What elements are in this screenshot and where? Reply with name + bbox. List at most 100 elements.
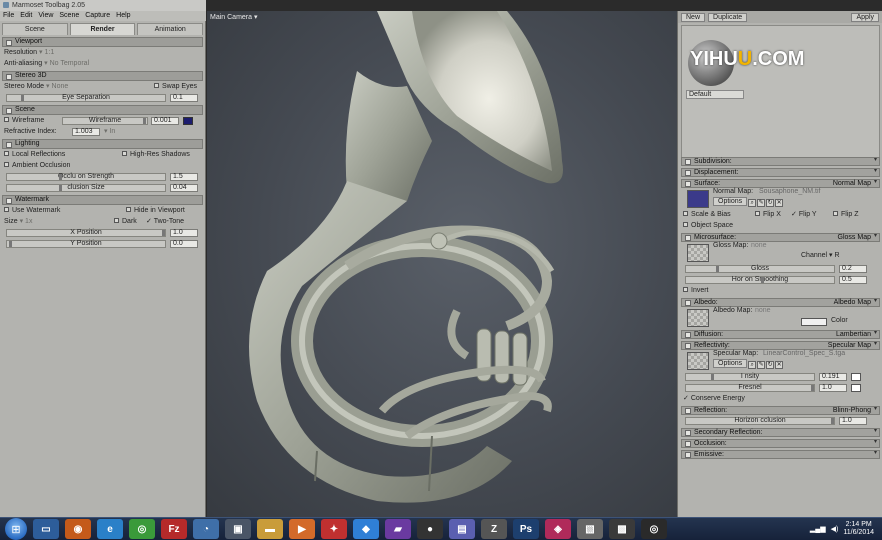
folder-icon[interactable]: ▬ xyxy=(257,519,283,539)
section-albedo[interactable]: Albedo: Albedo Map xyxy=(681,298,880,307)
antialias-dropdown[interactable]: ▾ No Temporal xyxy=(44,60,89,67)
gloss-slider[interactable]: Gloss xyxy=(685,265,835,273)
conserve-energy-checkbox[interactable]: ✓ Conserve Energy xyxy=(683,395,745,402)
photoshop-icon[interactable]: Ps xyxy=(513,519,539,539)
chrome-icon[interactable]: ◎ xyxy=(129,519,155,539)
resolution-dropdown[interactable]: ▾ 1:1 xyxy=(39,49,54,56)
app-icon[interactable]: ◔ xyxy=(193,519,219,539)
wireframe-value[interactable]: 0.001 xyxy=(151,117,179,125)
app-icon[interactable]: ▤ xyxy=(449,519,475,539)
flip-z-checkbox[interactable]: Flip Z xyxy=(833,210,859,220)
edit-icon[interactable]: ✎ xyxy=(757,199,766,207)
horizon-occlusion-value[interactable]: 1.0 xyxy=(839,417,867,425)
normal-map-options-button[interactable]: Options xyxy=(713,197,748,206)
menu-view[interactable]: View xyxy=(35,11,56,21)
flip-x-checkbox[interactable]: Flip X xyxy=(755,210,781,220)
apply-material-button[interactable]: Apply xyxy=(851,12,879,22)
eye-separation-value[interactable]: 0.1 xyxy=(170,94,198,102)
ambient-occlusion-checkbox[interactable]: Ambient Occlusion xyxy=(4,162,70,169)
media-icon[interactable]: ▣ xyxy=(225,519,251,539)
use-watermark-checkbox[interactable]: Use Watermark xyxy=(4,207,60,214)
edit-icon[interactable]: ✎ xyxy=(757,361,766,369)
material-name-field[interactable]: Default xyxy=(686,90,744,99)
albedo-map-thumbnail[interactable] xyxy=(687,309,709,327)
fresnel-color-swatch[interactable] xyxy=(851,384,861,392)
menu-capture[interactable]: Capture xyxy=(82,11,113,21)
specular-color-swatch[interactable] xyxy=(851,373,861,381)
section-emissive[interactable]: Emissive: xyxy=(681,450,880,459)
app-icon[interactable]: ◈ xyxy=(545,519,571,539)
target-icon[interactable]: ◎ xyxy=(641,519,667,539)
material-library[interactable]: YIHUU.COM Default xyxy=(681,25,880,160)
section-microsurface[interactable]: Microsurface: Gloss Map xyxy=(681,233,880,242)
close-icon[interactable]: ✕ xyxy=(775,199,784,207)
invert-checkbox[interactable]: Invert xyxy=(683,287,709,294)
y-position-slider[interactable]: Y Position xyxy=(6,240,166,248)
tab-animation[interactable]: Animation xyxy=(137,23,204,35)
specular-options-button[interactable]: Options xyxy=(713,359,748,368)
network-icon[interactable]: ▂▄▆ xyxy=(810,525,826,533)
section-occlusion[interactable]: Occlusion: xyxy=(681,439,880,448)
wireframe-color-swatch[interactable] xyxy=(183,117,193,125)
specular-map-thumbnail[interactable] xyxy=(687,352,709,370)
media-player-icon[interactable]: ▶ xyxy=(289,519,315,539)
wireframe-checkbox[interactable]: Wireframe xyxy=(4,117,44,124)
local-reflections-checkbox[interactable]: Local Reflections xyxy=(4,151,65,158)
internet-explorer-icon[interactable]: e xyxy=(97,519,123,539)
gloss-map-thumbnail[interactable] xyxy=(687,244,709,262)
dark-checkbox[interactable]: Dark xyxy=(114,217,137,227)
section-viewport[interactable]: Viewport xyxy=(2,37,203,47)
new-material-button[interactable]: New xyxy=(681,12,706,22)
x-position-value[interactable]: 1.0 xyxy=(170,229,198,237)
y-position-value[interactable]: 0.0 xyxy=(170,240,198,248)
firefox-icon[interactable]: ◉ xyxy=(65,519,91,539)
dropbox-icon[interactable]: ◆ xyxy=(353,519,379,539)
tool-icon[interactable]: ✦ xyxy=(321,519,347,539)
tab-render[interactable]: Render xyxy=(69,23,136,35)
two-tone-checkbox[interactable]: ✓ Two-Tone xyxy=(146,217,184,227)
refractive-unit[interactable]: ▾ In xyxy=(104,127,115,137)
occlusion-strength-slider[interactable]: Occlu on Strength xyxy=(6,173,166,181)
section-diffusion[interactable]: Diffusion: Lambertian xyxy=(681,330,880,339)
wireframe-slider[interactable]: Wireframe xyxy=(62,117,148,125)
section-subdivision[interactable]: Subdivision: xyxy=(681,157,880,166)
object-space-checkbox[interactable]: Object Space xyxy=(683,222,733,229)
channel-selector[interactable]: Channel ▾ R xyxy=(801,251,840,261)
section-reflection[interactable]: Reflection: Blinn-Phong xyxy=(681,406,880,415)
section-scene[interactable]: Scene xyxy=(2,105,203,115)
horizon-smoothing-value[interactable]: 0.5 xyxy=(839,276,867,284)
clock[interactable]: 2:14 PM 11/6/2014 xyxy=(843,521,874,537)
main-viewport[interactable]: Main Camera ▾ xyxy=(207,11,677,517)
normal-map-thumbnail[interactable] xyxy=(687,190,709,208)
fresnel-value[interactable]: 1.0 xyxy=(819,384,847,392)
section-lighting[interactable]: Lighting xyxy=(2,139,203,149)
obs-icon[interactable]: ● xyxy=(417,519,443,539)
occlusion-size-slider[interactable]: clusion Size xyxy=(6,184,166,192)
search-icon[interactable]: ⌕ xyxy=(748,199,757,207)
refractive-value[interactable]: 1.003 xyxy=(72,128,100,136)
app-icon[interactable]: ▧ xyxy=(577,519,603,539)
section-watermark[interactable]: Watermark xyxy=(2,195,203,205)
menu-help[interactable]: Help xyxy=(113,11,133,21)
explorer-icon[interactable]: ▭ xyxy=(33,519,59,539)
scale-bias-checkbox[interactable]: Scale & Bias xyxy=(683,211,731,218)
app-icon[interactable]: ▰ xyxy=(385,519,411,539)
section-secondary-reflection[interactable]: Secondary Reflection: xyxy=(681,428,880,437)
horizon-smoothing-slider[interactable]: Hor on Smoothing xyxy=(685,276,835,284)
intensity-value[interactable]: 0.191 xyxy=(819,373,847,381)
watermark-size-dropdown[interactable]: ▾ 1x xyxy=(20,218,33,225)
flip-y-checkbox[interactable]: ✓ Flip Y xyxy=(791,210,817,220)
occlusion-strength-value[interactable]: 1.5 xyxy=(170,173,198,181)
occlusion-size-value[interactable]: 0.04 xyxy=(170,184,198,192)
volume-icon[interactable]: ◀) xyxy=(831,525,839,533)
fresnel-slider[interactable]: Fresnel xyxy=(685,384,815,392)
zbrush-icon[interactable]: Z xyxy=(481,519,507,539)
albedo-color-swatch[interactable] xyxy=(801,318,827,326)
stereo-mode-dropdown[interactable]: ▾ None xyxy=(46,83,68,90)
duplicate-material-button[interactable]: Duplicate xyxy=(708,12,748,22)
section-displacement[interactable]: Displacement: xyxy=(681,168,880,177)
intensity-slider[interactable]: I nsity xyxy=(685,373,815,381)
x-position-slider[interactable]: X Position xyxy=(6,229,166,237)
reload-icon[interactable]: ↻ xyxy=(766,361,775,369)
horizon-occlusion-slider[interactable]: Horizon cclusion xyxy=(685,417,835,425)
